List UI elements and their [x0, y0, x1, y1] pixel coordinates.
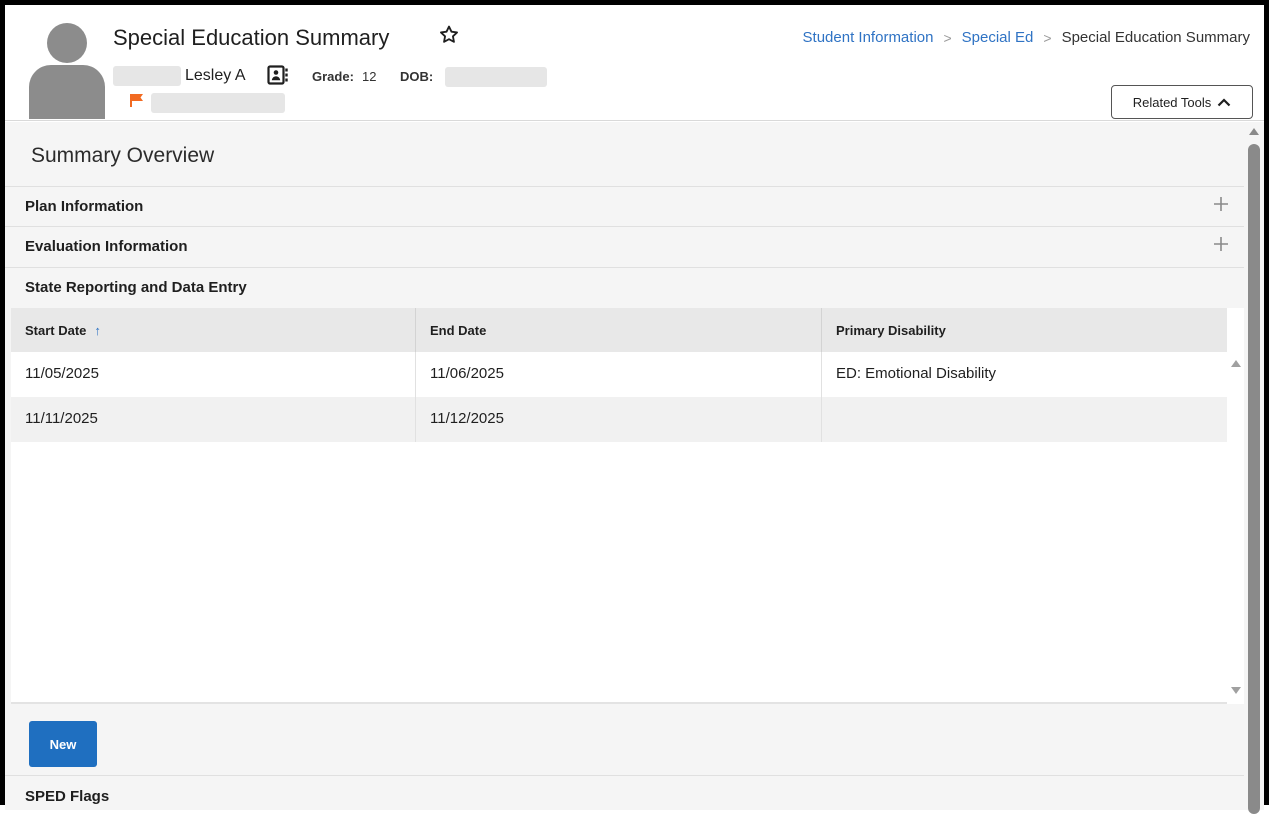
chevron-up-icon: [1217, 98, 1231, 107]
grade-label: Grade:: [312, 69, 354, 84]
breadcrumb-student-information[interactable]: Student Information: [803, 29, 934, 46]
table-header: Start Date ↑ End Date Primary Disability: [11, 308, 1227, 352]
dob-label: DOB:: [400, 69, 434, 84]
column-header-end-date[interactable]: End Date: [416, 308, 822, 352]
breadcrumb: Student Information > Special Ed > Speci…: [803, 29, 1250, 46]
sort-up-arrow-icon: ↑: [94, 323, 101, 338]
column-header-primary-disability[interactable]: Primary Disability: [822, 308, 1227, 352]
cell-primary-disability: ED: Emotional Disability: [836, 365, 997, 382]
new-button[interactable]: New: [29, 721, 97, 767]
plus-icon[interactable]: [1212, 235, 1230, 253]
cell-primary-disability: [822, 397, 1227, 442]
contact-card-icon[interactable]: [267, 65, 289, 85]
app-frame: Special Education Summary Lesley A Grade…: [0, 0, 1269, 814]
table-scrollbar[interactable]: [1227, 352, 1244, 704]
scroll-up-arrow-icon[interactable]: [1231, 360, 1241, 367]
cell-start-date: 11/05/2025: [11, 352, 416, 397]
table-row[interactable]: 11/11/2025 11/12/2025: [11, 397, 1227, 442]
cell-end-date: 11/12/2025: [416, 397, 822, 442]
scrollbar-thumb[interactable]: [1248, 144, 1260, 814]
column-header-label: End Date: [430, 323, 487, 338]
breadcrumb-separator-icon: >: [943, 29, 952, 46]
student-name: Lesley A: [185, 67, 246, 84]
student-header: Special Education Summary Lesley A Grade…: [5, 5, 1264, 121]
evaluation-information-panel[interactable]: Evaluation Information: [5, 226, 1244, 266]
page-title: Special Education Summary: [113, 25, 390, 50]
cell-end-date: 11/06/2025: [416, 352, 822, 397]
related-tools-button[interactable]: Related Tools: [1111, 85, 1253, 119]
breadcrumb-special-ed[interactable]: Special Ed: [962, 29, 1034, 46]
plus-icon[interactable]: [1212, 195, 1230, 213]
column-header-label: Start Date: [25, 323, 87, 338]
avatar-head: [47, 23, 87, 63]
section-title: Summary Overview: [31, 144, 215, 167]
plan-information-panel[interactable]: Plan Information: [5, 186, 1244, 226]
panel-label: Plan Information: [25, 198, 144, 215]
star-icon[interactable]: [438, 24, 460, 46]
redacted-flag-text: [151, 93, 285, 113]
cell-start-date: 11/11/2025: [11, 397, 416, 442]
scroll-down-arrow-icon[interactable]: [1231, 687, 1241, 694]
student-avatar: [29, 23, 105, 119]
redacted-last-name: [113, 66, 181, 86]
panel-label: SPED Flags: [25, 788, 110, 805]
column-header-label: Primary Disability: [836, 323, 946, 338]
panel-label: Evaluation Information: [25, 238, 188, 255]
page-scrollbar[interactable]: [1244, 122, 1264, 814]
related-tools-label: Related Tools: [1132, 94, 1212, 110]
flag-icon[interactable]: [129, 93, 145, 107]
summary-content: Summary Overview Plan Information Evalua…: [5, 122, 1244, 810]
table-row[interactable]: 11/05/2025 11/06/2025 ED: Emotional Disa…: [11, 352, 1227, 397]
state-reporting-panel: State Reporting and Data Entry: [5, 267, 1244, 308]
scroll-up-arrow-icon[interactable]: [1249, 128, 1259, 135]
column-header-start-date[interactable]: Start Date ↑: [11, 308, 416, 352]
redacted-dob: [445, 67, 547, 87]
state-reporting-table: Start Date ↑ End Date Primary Disability …: [11, 308, 1244, 704]
avatar-body: [29, 65, 105, 119]
breadcrumb-current: Special Education Summary: [1061, 29, 1250, 46]
breadcrumb-separator-icon: >: [1043, 29, 1052, 46]
grade-value: 12: [362, 69, 377, 84]
panel-label: State Reporting and Data Entry: [25, 279, 247, 296]
